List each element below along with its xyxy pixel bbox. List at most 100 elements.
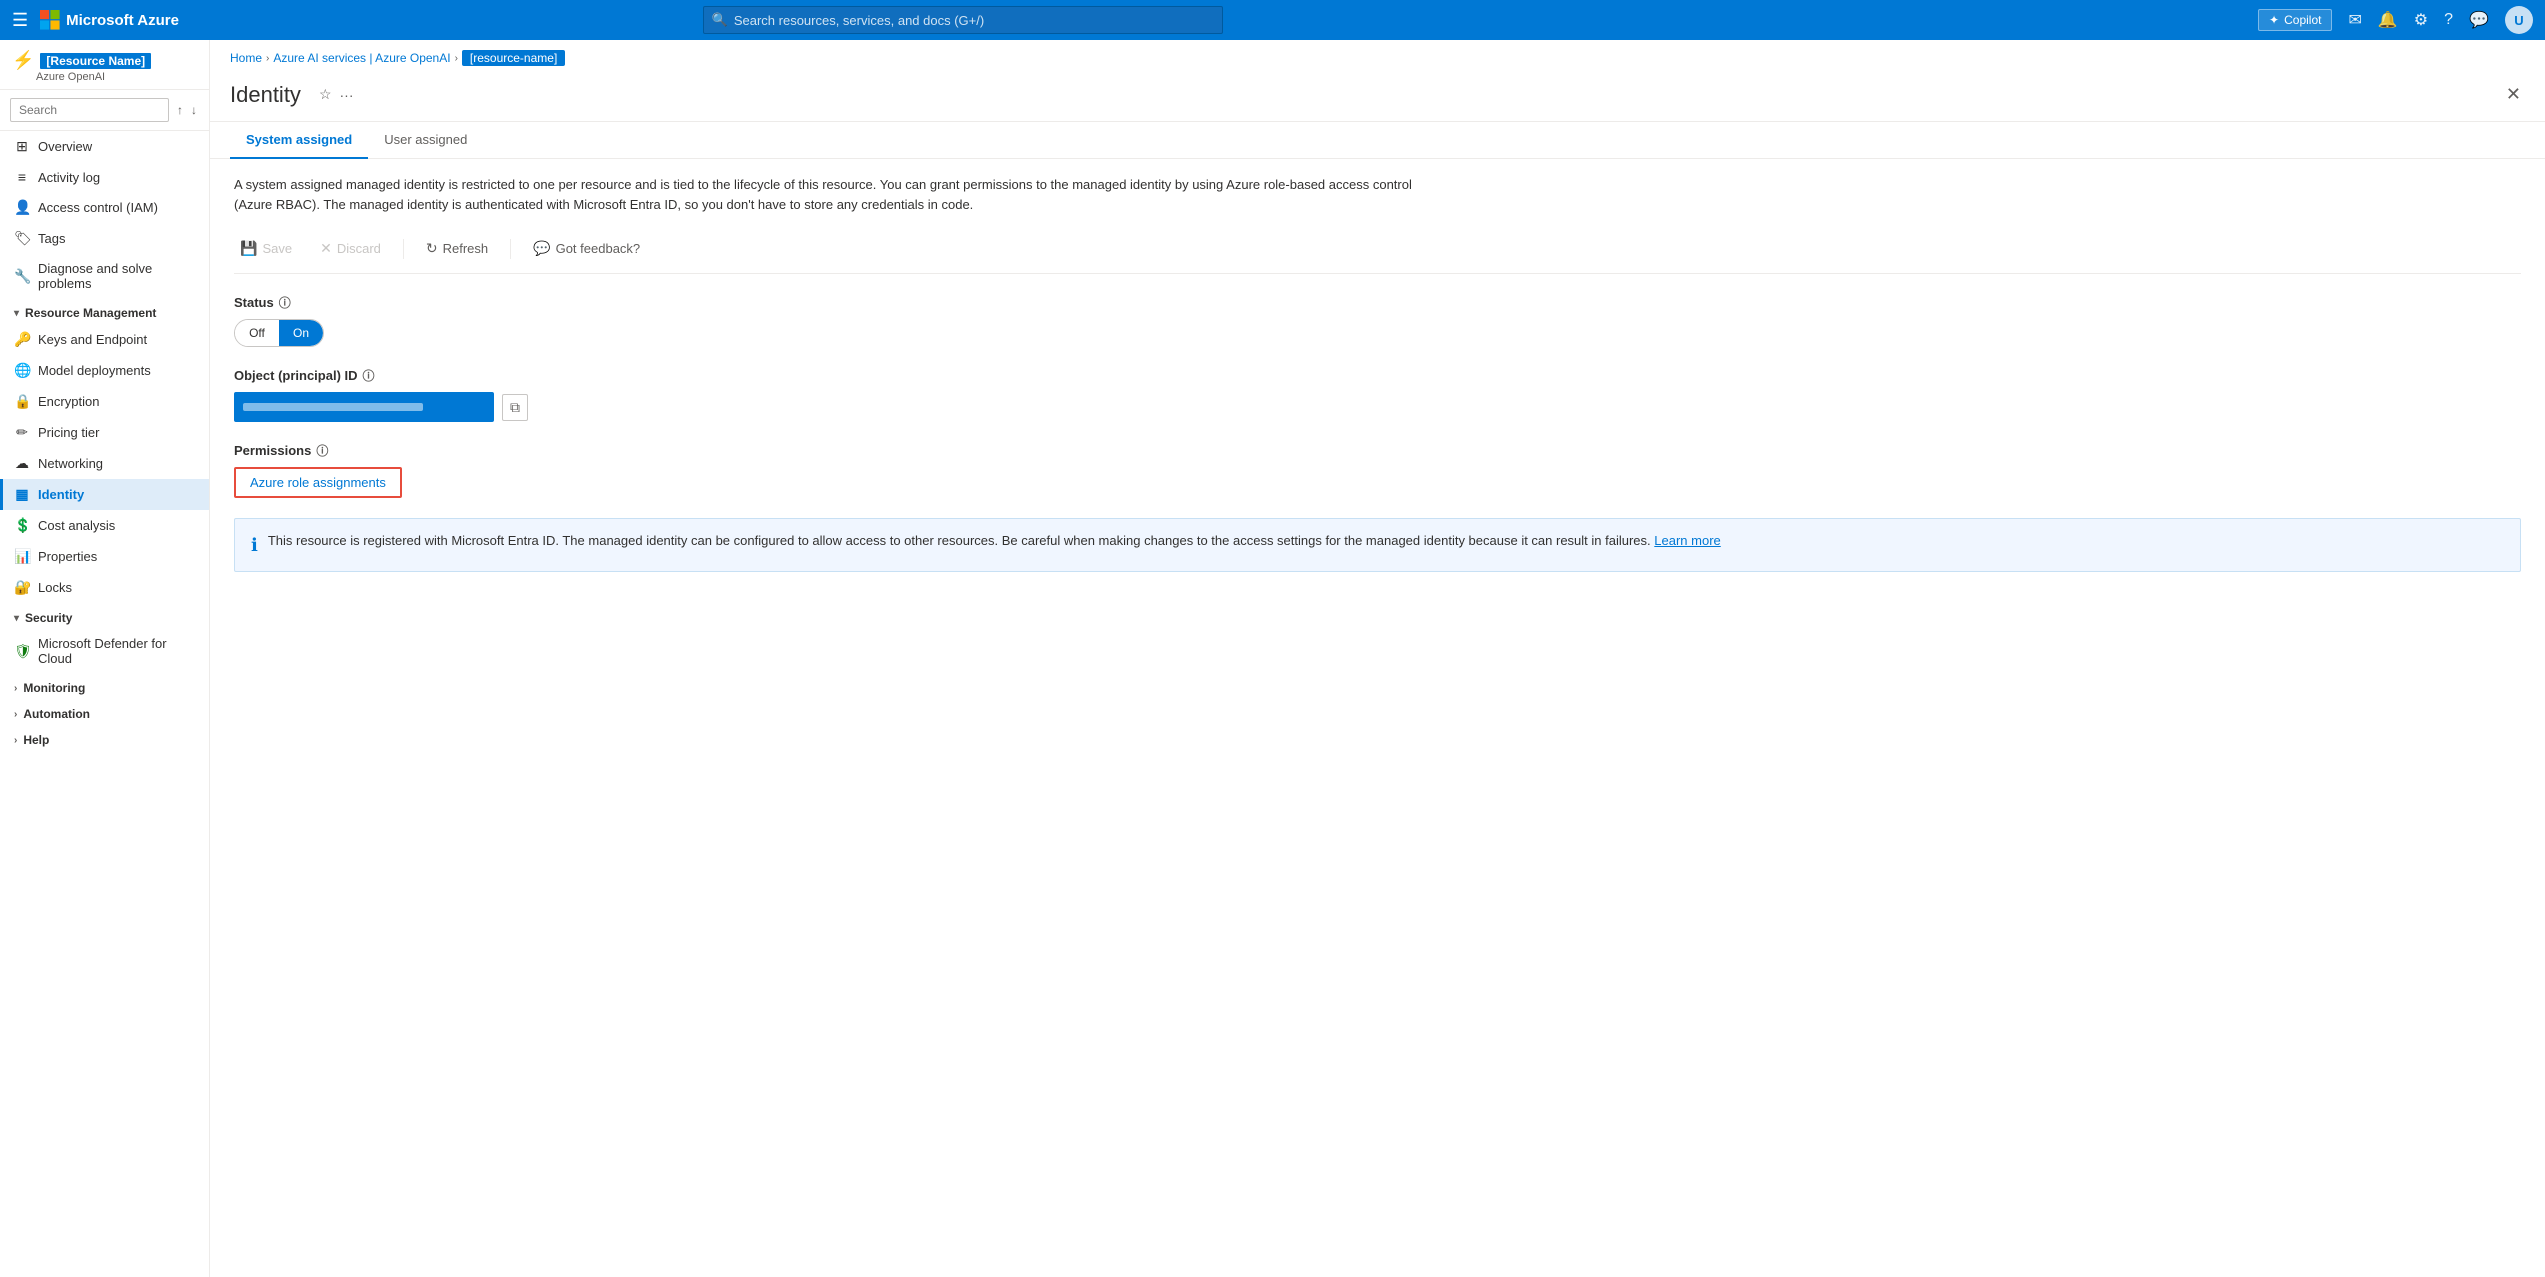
security-label: Security — [25, 611, 72, 625]
sidebar-item-networking[interactable]: ☁ Networking — [0, 448, 209, 479]
breadcrumb-sep-1: › — [266, 53, 269, 64]
tab-user-assigned[interactable]: User assigned — [368, 122, 483, 159]
sidebar-item-label-properties: Properties — [38, 549, 97, 564]
sidebar-item-label-tags: Tags — [38, 231, 65, 246]
page-header: Identity ☆ ··· ✕ — [210, 72, 2545, 122]
sidebar-item-activity-log[interactable]: ≡ Activity log — [0, 162, 209, 192]
diagnose-icon: 🔧 — [14, 268, 30, 285]
top-nav-icons: ✦ Copilot ✉ 🔔 ⚙ ? 💬 U — [2258, 6, 2533, 34]
sidebar-item-label-diagnose: Diagnose and solve problems — [38, 261, 195, 291]
breadcrumb-services[interactable]: Azure AI services | Azure OpenAI — [273, 51, 450, 65]
sidebar-item-encryption[interactable]: 🔒 Encryption — [0, 386, 209, 417]
overview-icon: ⊞ — [14, 138, 30, 155]
feedback-icon[interactable]: 💬 — [2469, 10, 2489, 30]
discard-button[interactable]: ✕ Discard — [314, 236, 387, 261]
status-field: Status ⓘ Off On — [234, 294, 2521, 347]
tags-icon: 🏷 — [14, 230, 30, 247]
sidebar-item-overview[interactable]: ⊞ Overview — [0, 131, 209, 162]
tab-system-assigned[interactable]: System assigned — [230, 122, 368, 159]
refresh-label: Refresh — [443, 241, 489, 256]
sidebar-item-diagnose[interactable]: 🔧 Diagnose and solve problems — [0, 254, 209, 298]
resource-icon: ⚡ — [12, 50, 34, 71]
chevron-right-automation: › — [14, 709, 17, 720]
object-id-row: ⧉ — [234, 392, 2521, 422]
toolbar-separator-2 — [510, 239, 511, 259]
app-layout: ⚡ [Resource Name] Azure OpenAI ↑ ↓ ⊞ Ove… — [0, 40, 2545, 1277]
permissions-section: Permissions ⓘ Azure role assignments — [234, 442, 2521, 498]
sidebar-item-label-networking: Networking — [38, 456, 103, 471]
sidebar-item-tags[interactable]: 🏷 Tags — [0, 223, 209, 254]
hamburger-menu[interactable]: ☰ — [12, 10, 28, 31]
sidebar-item-cost-analysis[interactable]: 💲 Cost analysis — [0, 510, 209, 541]
page-header-icons: ☆ ··· — [319, 86, 354, 103]
save-button[interactable]: 💾 Save — [234, 236, 298, 261]
sidebar-item-properties[interactable]: 📊 Properties — [0, 541, 209, 572]
object-id-info-icon[interactable]: ⓘ — [363, 367, 375, 384]
sidebar-item-label-defender: Microsoft Defender for Cloud — [38, 636, 195, 666]
search-arrows: ↑ ↓ — [175, 101, 199, 119]
encryption-icon: 🔒 — [14, 393, 30, 410]
copy-object-id-button[interactable]: ⧉ — [502, 394, 528, 421]
toggle-on-label: On — [279, 320, 323, 346]
close-button[interactable]: ✕ — [2502, 80, 2525, 109]
breadcrumb-home[interactable]: Home — [230, 51, 262, 65]
keys-icon: 🔑 — [14, 331, 30, 348]
sidebar-item-label-cost: Cost analysis — [38, 518, 115, 533]
settings-icon[interactable]: ⚙ — [2414, 10, 2428, 30]
sidebar-item-label-iam: Access control (IAM) — [38, 200, 158, 215]
azure-role-btn-label: Azure role assignments — [250, 475, 386, 490]
identity-icon: ▦ — [14, 486, 30, 503]
properties-icon: 📊 — [14, 548, 30, 565]
search-prev-btn[interactable]: ↑ — [175, 101, 185, 119]
status-info-icon[interactable]: ⓘ — [279, 294, 291, 311]
copilot-button[interactable]: ✦ Copilot — [2258, 9, 2332, 31]
resource-management-section[interactable]: ▾ Resource Management — [0, 298, 209, 324]
sidebar-search-input[interactable] — [10, 98, 169, 122]
search-next-btn[interactable]: ↓ — [189, 101, 199, 119]
copilot-icon: ✦ — [2269, 13, 2279, 27]
refresh-button[interactable]: ↻ Refresh — [420, 236, 494, 261]
security-section[interactable]: ▾ Security — [0, 603, 209, 629]
tab-bar: System assigned User assigned — [210, 122, 2545, 159]
help-section[interactable]: › Help — [0, 725, 209, 751]
sidebar-item-identity[interactable]: ▦ Identity — [0, 479, 209, 510]
permissions-info-icon[interactable]: ⓘ — [316, 442, 328, 459]
monitoring-section[interactable]: › Monitoring — [0, 673, 209, 699]
main-content: Home › Azure AI services | Azure OpenAI … — [210, 40, 2545, 1277]
description-text: A system assigned managed identity is re… — [234, 175, 1434, 214]
sidebar-item-defender[interactable]: 🛡 Microsoft Defender for Cloud — [0, 629, 209, 673]
discard-label: Discard — [337, 241, 381, 256]
info-banner: ℹ This resource is registered with Micro… — [234, 518, 2521, 572]
chevron-down-icon: ▾ — [14, 308, 19, 319]
chevron-right-help: › — [14, 735, 17, 746]
brand-logo: Microsoft Azure — [40, 10, 179, 30]
sidebar-item-locks[interactable]: 🔐 Locks — [0, 572, 209, 603]
status-toggle[interactable]: Off On — [234, 319, 2521, 347]
global-search-bar[interactable]: 🔍 — [703, 6, 1223, 34]
sidebar-item-label-overview: Overview — [38, 139, 92, 154]
user-avatar[interactable]: U — [2505, 6, 2533, 34]
sidebar-search-wrap: ↑ ↓ — [0, 90, 209, 131]
learn-more-link[interactable]: Learn more — [1654, 533, 1720, 548]
notifications-icon[interactable]: ✉ — [2348, 10, 2361, 30]
bell-icon[interactable]: 🔔 — [2378, 10, 2398, 30]
object-id-field: Object (principal) ID ⓘ ⧉ — [234, 367, 2521, 422]
sidebar-item-keys[interactable]: 🔑 Keys and Endpoint — [0, 324, 209, 355]
feedback-button[interactable]: 💬 Got feedback? — [527, 236, 646, 261]
chevron-down-icon-security: ▾ — [14, 613, 19, 624]
sidebar-item-deployments[interactable]: 🌐 Model deployments — [0, 355, 209, 386]
more-options-icon[interactable]: ··· — [340, 87, 354, 103]
azure-role-assignments-button[interactable]: Azure role assignments — [234, 467, 402, 498]
toolbar-separator — [403, 239, 404, 259]
object-id-label: Object (principal) ID ⓘ — [234, 367, 2521, 384]
sidebar-item-iam[interactable]: 👤 Access control (IAM) — [0, 192, 209, 223]
toggle-container[interactable]: Off On — [234, 319, 324, 347]
sidebar-item-pricing[interactable]: ✏ Pricing tier — [0, 417, 209, 448]
save-label: Save — [262, 241, 292, 256]
object-id-masked-value — [243, 403, 423, 411]
help-icon[interactable]: ? — [2444, 11, 2453, 29]
favorite-icon[interactable]: ☆ — [319, 86, 332, 103]
status-label-text: Status — [234, 295, 274, 310]
automation-section[interactable]: › Automation — [0, 699, 209, 725]
global-search-input[interactable] — [734, 13, 1214, 28]
